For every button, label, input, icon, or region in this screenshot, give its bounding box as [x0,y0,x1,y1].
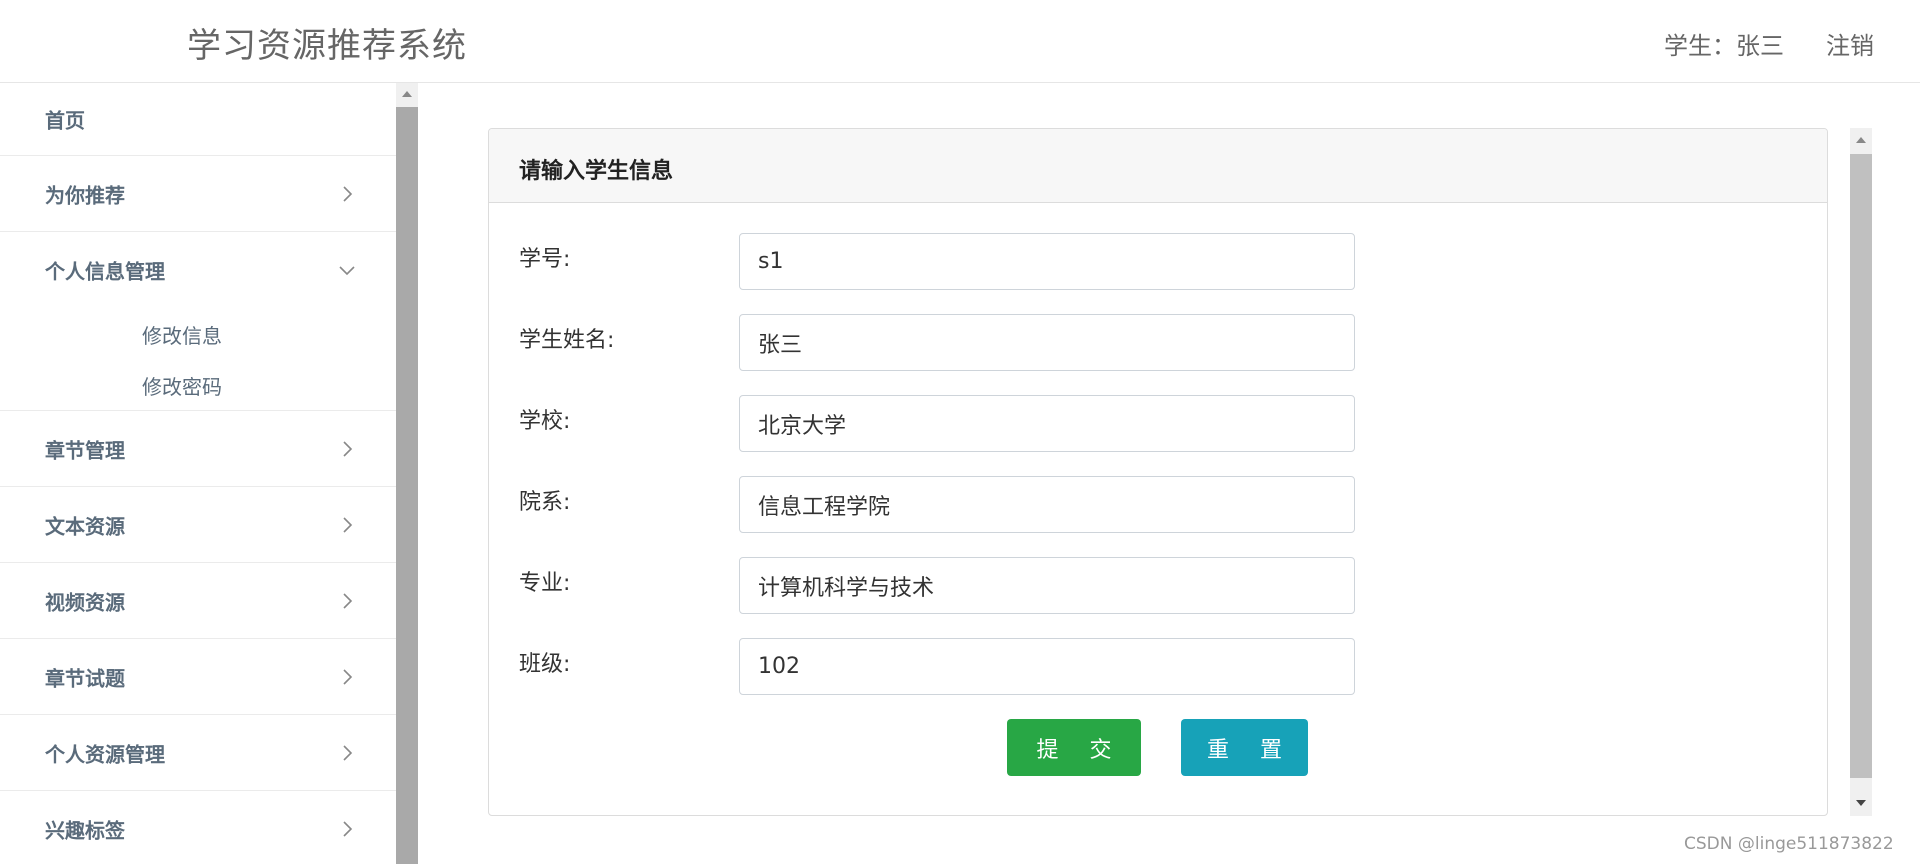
sidebar-item-recommend[interactable]: 为你推荐 [0,156,396,232]
sidebar-item-label: 个人资源管理 [45,742,165,766]
department-input[interactable] [739,476,1355,533]
watermark-text: CSDN @linge511873822 [1684,834,1894,854]
class-input[interactable] [739,638,1355,695]
top-header: 学习资源推荐系统 学生：张三 注销 [0,0,1920,83]
app-title: 学习资源推荐系统 [187,26,467,66]
sidebar-item-label: 个人信息管理 [45,259,165,284]
sidebar-subitem-change-password[interactable]: 修改密码 [142,371,222,400]
chevron-right-icon [343,821,353,837]
sidebar-item-label: 视频资源 [45,590,125,614]
student-id-label: 学号: [519,247,571,272]
sidebar-item-personal-resources[interactable]: 个人资源管理 [0,715,396,791]
chevron-right-icon [343,440,353,457]
chevron-right-icon [343,185,353,202]
major-input[interactable] [739,557,1355,614]
sidebar-item-label: 首页 [45,108,85,133]
content-scrollbar[interactable] [1850,128,1872,816]
sidebar-scrollbar[interactable] [396,83,418,864]
content-scrollbar-thumb[interactable] [1850,154,1872,778]
school-input[interactable] [739,395,1355,452]
sidebar-scrollbar-thumb[interactable] [396,107,418,864]
sidebar-subitem-edit-info[interactable]: 修改信息 [142,320,222,349]
student-info-form: 请输入学生信息 学号: 学生姓名: 学校: 院系: 专业: 班级: 提 交 重 … [488,128,1828,816]
sidebar-item-label: 章节管理 [45,438,125,462]
submit-button[interactable]: 提 交 [1007,719,1141,776]
scroll-up-arrow-icon[interactable] [1856,137,1866,143]
sidebar-item-home[interactable]: 首页 [0,83,396,156]
department-label: 院系: [519,490,571,515]
sidebar-item-label: 章节试题 [45,666,125,690]
sidebar-nav: 首页 为你推荐 个人信息管理 修改信息 修改密码 章节管理 文本资源 视频资源 … [0,83,396,864]
reset-button[interactable]: 重 置 [1181,719,1308,776]
sidebar-item-video-resources[interactable]: 视频资源 [0,563,396,639]
chevron-right-icon [343,744,353,761]
logout-link[interactable]: 注销 [1826,26,1874,61]
sidebar-item-chapters[interactable]: 章节管理 [0,411,396,487]
student-name-label: 学生姓名: [519,328,615,353]
sidebar-item-label: 文本资源 [45,514,125,538]
current-user-label: 学生：张三 [1664,32,1784,60]
sidebar-item-interest-tags[interactable]: 兴趣标签 [0,791,396,864]
school-label: 学校: [519,409,571,434]
sidebar-item-text-resources[interactable]: 文本资源 [0,487,396,563]
scroll-up-arrow-icon[interactable] [402,91,412,97]
sidebar-item-label: 兴趣标签 [45,818,125,843]
sidebar-item-label: 为你推荐 [45,183,125,207]
chevron-right-icon [343,516,353,533]
scroll-down-arrow-icon[interactable] [1856,800,1866,806]
class-label: 班级: [519,652,571,677]
student-id-input[interactable] [739,233,1355,290]
major-label: 专业: [519,571,571,596]
sidebar-item-chapter-quizzes[interactable]: 章节试题 [0,639,396,715]
chevron-right-icon [343,668,353,685]
sidebar-item-profile[interactable]: 个人信息管理 修改信息 修改密码 [0,232,396,411]
form-title: 请输入学生信息 [519,159,674,184]
chevron-right-icon [343,592,353,609]
student-name-input[interactable] [739,314,1355,371]
chevron-down-icon [339,266,355,276]
form-header: 请输入学生信息 [489,129,1827,203]
